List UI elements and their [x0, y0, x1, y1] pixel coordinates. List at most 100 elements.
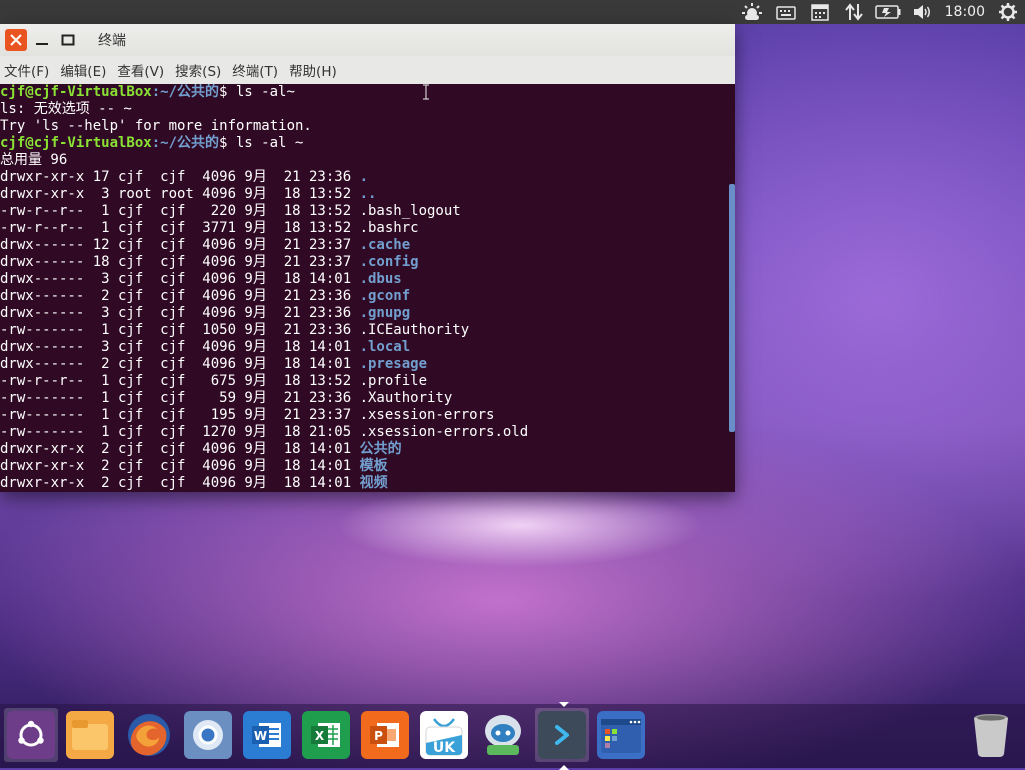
launcher-dock: W X P UK — [0, 702, 1025, 770]
minimize-button[interactable] — [31, 29, 53, 51]
ls-row-file-name: .bashrc — [359, 220, 419, 236]
volume-icon[interactable] — [909, 1, 935, 23]
system-tray: 18:00 — [731, 0, 1021, 24]
firefox-icon — [125, 711, 173, 759]
ls-row-file-name: .xsession-errors.old — [359, 424, 529, 440]
ls-row: drwxr-xr-x 17 cjf cjf 4096 9月 21 23:36 . — [0, 169, 368, 185]
uk-label: UK — [433, 740, 456, 756]
total-line: 总用量 96 — [0, 152, 68, 168]
svg-text:W: W — [254, 729, 267, 743]
close-button[interactable] — [5, 29, 27, 51]
ls-row: drwxr-xr-x 2 cjf cjf 4096 9月 18 14:01 公共… — [0, 441, 402, 457]
dock-excel[interactable]: X — [299, 708, 353, 762]
ls-row: -rw-r--r-- 1 cjf cjf 220 9月 18 13:52 .ba… — [0, 203, 461, 219]
ls-row-file-name: .bash_logout — [359, 203, 461, 219]
dock-word[interactable]: W — [240, 708, 294, 762]
ls-row-meta: drwxr-xr-x 3 root root 4096 9月 18 13:52 — [0, 186, 360, 202]
files-icon — [66, 711, 114, 759]
command-text: $ ls -al~ — [219, 84, 295, 100]
clock[interactable]: 18:00 — [945, 4, 985, 20]
terminal-output[interactable]: cjf@cjf-VirtualBox:~/公共的$ ls -al~ ls: 无效… — [0, 84, 735, 492]
ls-row-meta: drwxr-xr-x 2 cjf cjf 4096 9月 18 14:01 — [0, 458, 360, 474]
ls-row: drwxr-xr-x 3 root root 4096 9月 18 13:52 … — [0, 186, 376, 202]
ls-row-meta: drwxr-xr-x 2 cjf cjf 4096 9月 18 14:01 — [0, 441, 360, 457]
ls-row-file-name: .xsession-errors — [359, 407, 495, 423]
dock-ubuntu[interactable] — [4, 708, 58, 762]
ls-row-meta: -rw------- 1 cjf cjf 1050 9月 21 23:36 — [0, 322, 360, 338]
ls-row-meta: drwx------ 12 cjf cjf 4096 9月 21 23:37 — [0, 237, 360, 253]
ls-row-dir-name: 视频 — [359, 475, 388, 491]
terminal-text: cjf@cjf-VirtualBox:~/公共的$ ls -al~ ls: 无效… — [0, 84, 735, 492]
ls-row: -rw-r--r-- 1 cjf cjf 675 9月 18 13:52 .pr… — [0, 373, 427, 389]
ls-row: drwx------ 3 cjf cjf 4096 9月 18 14:01 .l… — [0, 339, 410, 355]
ls-row-dir-name: .dbus — [359, 271, 402, 287]
ls-row-meta: drwx------ 2 cjf cjf 4096 9月 21 23:36 — [0, 288, 360, 304]
ls-row-meta: drwx------ 3 cjf cjf 4096 9月 18 14:01 — [0, 339, 360, 355]
calendar-icon[interactable] — [807, 1, 833, 23]
ls-row-meta: drwx------ 3 cjf cjf 4096 9月 18 14:01 — [0, 271, 360, 287]
battery-icon[interactable] — [874, 1, 901, 23]
menu-edit[interactable]: 编辑(E) — [60, 60, 106, 80]
powerpoint-icon: P — [361, 711, 409, 759]
ls-row-dir-name: . — [359, 169, 369, 185]
ls-row-meta: -rw-r--r-- 1 cjf cjf 3771 9月 18 13:52 — [0, 220, 360, 236]
dock-uk-assistant[interactable] — [476, 708, 530, 762]
uk-software-icon — [479, 711, 527, 759]
keyboard-icon[interactable] — [773, 1, 799, 23]
ls-row: drwxr-xr-x 2 cjf cjf 4096 9月 18 14:01 视频 — [0, 475, 388, 491]
ls-row-dir-name: .cache — [359, 237, 411, 253]
ls-row: drwx------ 12 cjf cjf 4096 9月 21 23:37 .… — [0, 237, 410, 253]
text-cursor-icon — [423, 84, 429, 100]
maximize-icon — [61, 34, 75, 46]
ls-row: -rw------- 1 cjf cjf 1050 9月 21 23:36 .I… — [0, 322, 469, 338]
svg-text:P: P — [374, 729, 383, 743]
menu-view[interactable]: 查看(V) — [117, 60, 164, 80]
dock-files[interactable] — [63, 708, 117, 762]
ls-row-dir-name: 模板 — [359, 458, 388, 474]
ls-row-file-name: .ICEauthority — [359, 322, 470, 338]
menu-file[interactable]: 文件(F) — [4, 60, 49, 80]
ls-row-meta: -rw-r--r-- 1 cjf cjf 220 9月 18 13:52 — [0, 203, 360, 219]
terminal-scrollbar[interactable] — [729, 184, 735, 432]
dock-terminal[interactable] — [535, 702, 589, 770]
menu-terminal[interactable]: 终端(T) — [232, 60, 278, 80]
weather-icon[interactable] — [739, 1, 765, 23]
dock-ubuntu-kylin-software[interactable]: UK — [417, 708, 471, 762]
ls-row-meta: -rw-r--r-- 1 cjf cjf 675 9月 18 13:52 — [0, 373, 360, 389]
settings-gear-icon[interactable] — [995, 1, 1021, 23]
ls-row: drwx------ 3 cjf cjf 4096 9月 18 14:01 .d… — [0, 271, 402, 287]
ubuntu-software-icon: UK — [420, 711, 468, 759]
prompt-user: cjf@cjf-VirtualBox — [0, 135, 152, 151]
ls-row-meta: drwx------ 2 cjf cjf 4096 9月 18 14:01 — [0, 356, 360, 372]
ls-row-dir-name: .presage — [359, 356, 428, 372]
window-titlebar[interactable]: 终端 — [0, 24, 735, 56]
ls-row: -rw------- 1 cjf cjf 195 9月 21 23:37 .xs… — [0, 407, 494, 423]
svg-text:X: X — [315, 729, 325, 743]
ls-row-meta: -rw------- 1 cjf cjf 59 9月 21 23:36 — [0, 390, 360, 406]
menu-help[interactable]: 帮助(H) — [289, 60, 337, 80]
maximize-button[interactable] — [57, 29, 79, 51]
ls-listing: drwxr-xr-x 17 cjf cjf 4096 9月 21 23:36 .… — [0, 169, 528, 491]
running-indicator — [559, 702, 569, 707]
ls-row-file-name: .profile — [359, 373, 428, 389]
command-text: $ ls -al ~ — [219, 135, 304, 151]
dock-firefox[interactable] — [122, 708, 176, 762]
dock-chromium[interactable] — [181, 708, 235, 762]
ls-row-file-name: .Xauthority — [359, 390, 453, 406]
excel-icon: X — [302, 711, 350, 759]
dock-powerpoint[interactable]: P — [358, 708, 412, 762]
dock-trash[interactable] — [964, 708, 1018, 762]
network-icon[interactable] — [841, 1, 867, 23]
error-line: Try 'ls --help' for more information. — [0, 118, 312, 134]
error-line: ls: 无效选项 -- ~ — [0, 101, 132, 117]
dock-workspace-switcher[interactable] — [594, 708, 648, 762]
menu-bar: 文件(F) 编辑(E) 查看(V) 搜索(S) 终端(T) 帮助(H) — [0, 56, 735, 85]
ls-row: -rw------- 1 cjf cjf 1270 9月 18 21:05 .x… — [0, 424, 528, 440]
prompt-path: :~/公共的 — [151, 84, 220, 100]
window-title: 终端 — [98, 33, 126, 49]
prompt-line: cjf@cjf-VirtualBox:~/公共的$ ls -al~ — [0, 84, 295, 100]
ls-row-dir-name: .. — [359, 186, 377, 202]
ls-row: -rw-r--r-- 1 cjf cjf 3771 9月 18 13:52 .b… — [0, 220, 419, 236]
ls-row-meta: drwx------ 3 cjf cjf 4096 9月 21 23:36 — [0, 305, 360, 321]
menu-search[interactable]: 搜索(S) — [175, 60, 221, 80]
